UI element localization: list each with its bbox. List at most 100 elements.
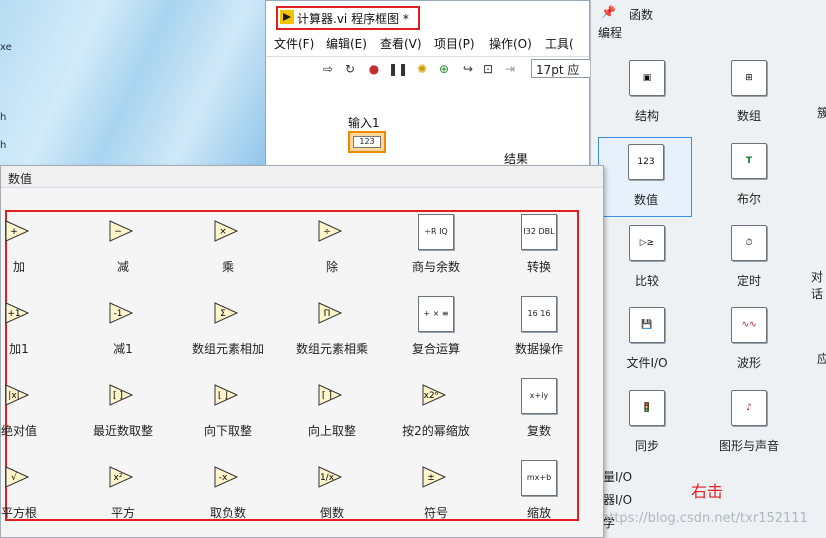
add-array-elements-icon: Σ [214,302,238,324]
step-over-icon[interactable]: ⊡ [480,61,496,77]
svg-text:+: + [10,227,18,237]
square-root-icon: √ [5,466,29,488]
input-label: 输入1 [348,116,380,130]
window-title-bar: 计算器.vi 程序框图 * [266,1,589,35]
numeric-control-terminal[interactable]: 123 [348,131,386,153]
palette-item-graphics-sound[interactable]: ♪ 图形与声音 [702,384,796,464]
numeric-item-sign[interactable]: ± 符号 [384,458,488,538]
file-io-icon: 💾 [629,307,665,343]
palette-item-cluster-label[interactable]: 簇 [817,104,826,121]
numeric-item-label: 缩放 [526,506,551,520]
menu-project[interactable]: 项目(P) [434,35,475,52]
timing-icon: ⏱ [731,225,767,261]
numeric-item-subtract[interactable]: − 减 [71,212,175,294]
abort-icon[interactable]: ● [366,61,382,77]
menu-edit[interactable]: 编辑(E) [326,35,367,52]
palette-item-synchronization[interactable]: 🚦 同步 [600,384,694,464]
palette-item-array[interactable]: ⊞ 数组 [702,54,796,134]
multiply-icon: × [214,220,238,242]
round-nearest-icon: [ ] [109,384,133,406]
menu-tools[interactable]: 工具( [545,35,574,52]
palette-item-structures[interactable]: ▣ 结构 [600,54,694,134]
numeric-item-label: 减 [116,260,129,274]
numeric-icon: 123 [628,144,664,180]
step-into-icon[interactable]: ↪ [460,61,476,77]
diagram-canvas[interactable]: 输入1 123 结果 [266,81,589,166]
palette-item-label: 文件I/O [626,356,668,370]
palette-item-timing[interactable]: ⏱ 定时 [702,219,796,299]
numeric-item-label: 最近数取整 [92,424,153,438]
compound-arithmetic-icon: + × ≡ [418,296,454,332]
increment-icon: +1 [5,302,29,324]
numeric-item-scale-power-two[interactable]: x2ⁿ 按2的幂缩放 [384,376,488,458]
palette-item-app-label[interactable]: 应 [817,350,826,367]
numeric-palette-title: 数值 [8,172,33,186]
palette-item-comparison[interactable]: ▷≥ 比较 [600,219,694,299]
highlight-execution-icon[interactable]: ✺ [414,61,430,77]
numeric-item-quotient-remainder[interactable]: ÷R IQ 商与余数 [384,212,488,294]
menu-operate[interactable]: 操作(O) [489,35,532,52]
svg-text:-x: -x [219,473,228,483]
palette-item-label: 同步 [634,439,659,453]
numeric-item-decrement[interactable]: -1 减1 [71,294,175,376]
comparison-icon: ▷≥ [629,225,665,261]
numeric-item-scaling[interactable]: mx+b 缩放 [487,458,591,538]
numeric-item-label: 数据操作 [514,342,563,356]
palette-title: 函数 [629,8,654,22]
boolean-icon: T [731,143,767,179]
quotient-remainder-icon: ÷R IQ [418,214,454,250]
numeric-item-negate[interactable]: -x 取负数 [176,458,280,538]
numeric-item-round-down[interactable]: ⌊ ⌋ 向下取整 [176,376,280,458]
svg-text:x²: x² [114,473,123,483]
numeric-palette: 数值 + 加 − 减 × 乘 ÷ 除 ÷R IQ 商与余数 I32 DBL 转换 +1 加1 -1 减1 Σ 数组… [0,165,604,538]
palette-item-numeric[interactable]: 123 数值 [598,137,692,217]
palette-item-waveform[interactable]: ∿∿ 波形 [702,301,796,381]
category-programming[interactable]: 编程 [598,24,622,41]
palette-item-label: 结构 [634,109,659,123]
block-diagram-window: 计算器.vi 程序框图 * 文件(F) 编辑(E) 查看(V) 项目(P) 操作… [265,0,593,166]
numeric-item-data-manipulation[interactable]: 16 16 数据操作 [487,294,591,376]
watermark: https://blog.csdn.net/txr152111 [601,511,808,526]
numeric-item-reciprocal[interactable]: 1/x 倒数 [280,458,384,538]
font-size-select[interactable]: 17pt 应用 [531,59,593,94]
numeric-item-absolute-value[interactable]: |x| 绝对值 [0,376,71,458]
numeric-item-add-array-elements[interactable]: Σ 数组元素相加 [176,294,280,376]
palette-item-file-io[interactable]: 💾 文件I/O [600,301,694,381]
pin-icon[interactable]: 📌 [601,5,616,19]
palette-item-label: 数值 [633,193,658,207]
square-icon: x² [109,466,133,488]
numeric-item-round-nearest[interactable]: [ ] 最近数取整 [71,376,175,458]
waveform-icon: ∿∿ [731,307,767,343]
palette-item-dialog-label[interactable]: 对话 [811,268,826,302]
retain-wire-values-icon[interactable]: ⊕ [436,61,452,77]
divide-icon: ÷ [318,220,342,242]
numeric-item-divide[interactable]: ÷ 除 [280,212,384,294]
subtract-icon: − [109,220,133,242]
menu-view[interactable]: 查看(V) [380,35,422,52]
numeric-item-label: 乘 [221,260,234,274]
desktop-background: xe h h [0,0,270,165]
svg-text:Σ: Σ [220,309,226,319]
numeric-item-multiply-array-elements[interactable]: Π 数组元素相乘 [280,294,384,376]
numeric-item-square[interactable]: x² 平方 [71,458,175,538]
numeric-item-complex[interactable]: x+iy 复数 [487,376,591,458]
numeric-item-multiply[interactable]: × 乘 [176,212,280,294]
step-out-icon[interactable]: ⇥ [502,61,518,77]
numeric-item-label: 按2的幂缩放 [402,424,470,438]
pause-icon[interactable]: ❚❚ [388,61,408,77]
svg-text:⌈ ⌉: ⌈ ⌉ [322,391,332,401]
numeric-item-label: 数组元素相乘 [295,342,368,356]
numeric-item-square-root[interactable]: √ 平方根 [0,458,71,538]
numeric-item-add[interactable]: + 加 [0,212,71,294]
numeric-item-increment[interactable]: +1 加1 [0,294,71,376]
menu-file[interactable]: 文件(F) [274,35,314,52]
svg-text:-1: -1 [114,309,123,319]
numeric-item-compound-arithmetic[interactable]: + × ≡ 复合运算 [384,294,488,376]
palette-item-boolean[interactable]: T 布尔 [702,137,796,217]
conversion-icon: I32 DBL [521,214,557,250]
palette-item-label: 数组 [736,109,761,123]
run-continuously-icon[interactable]: ↻ [342,61,358,77]
run-arrow-icon[interactable]: ⇨ [320,61,336,77]
numeric-item-round-up[interactable]: ⌈ ⌉ 向上取整 [280,376,384,458]
numeric-item-conversion[interactable]: I32 DBL 转换 [487,212,591,294]
